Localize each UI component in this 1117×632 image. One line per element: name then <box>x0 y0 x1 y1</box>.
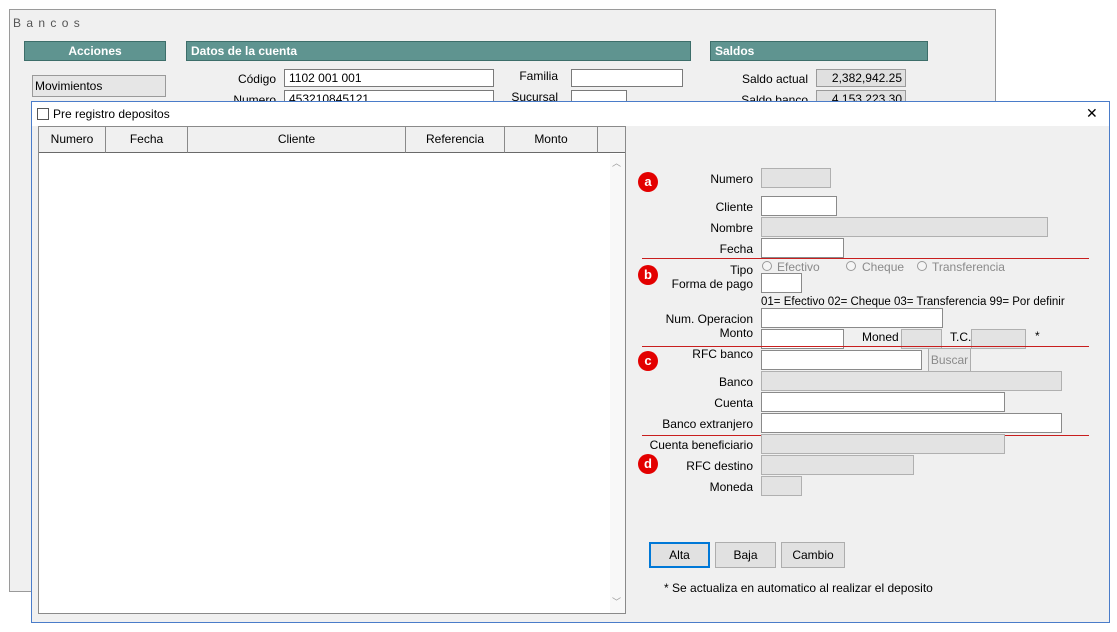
baja-button[interactable]: Baja <box>715 542 776 568</box>
banco-label: Banco <box>718 375 753 389</box>
familia-label: Familia <box>519 69 558 83</box>
cuenta-input[interactable] <box>761 392 1005 412</box>
monto-label: Monto <box>719 326 753 340</box>
radio-efectivo[interactable] <box>762 261 772 271</box>
radio-cheque[interactable] <box>846 261 856 271</box>
moneda-label: Moneda <box>709 480 753 494</box>
datos-cuenta-header: Datos de la cuenta <box>186 41 691 61</box>
dialog-titlebar: Pre registro depositos ✕ <box>32 102 1109 126</box>
banco-extranjero-label: Banco extranjero <box>662 417 753 431</box>
fecha-input[interactable] <box>761 238 844 258</box>
tipo-label: Tipo <box>730 263 753 277</box>
radio-cheque-label: Cheque <box>862 260 905 274</box>
radio-transferencia-label: Transferencia <box>932 260 1005 274</box>
num-operacion-label: Num. Operacion <box>665 312 753 326</box>
col-header-numero[interactable]: Numero <box>39 127 106 153</box>
fecha-label: Fecha <box>719 242 753 256</box>
scroll-up-icon[interactable]: ︿ <box>612 156 621 169</box>
col-header-spacer <box>598 127 625 153</box>
forma-pago-input[interactable] <box>761 273 802 293</box>
codigo-label: Código <box>237 72 276 86</box>
depositos-table: Numero Fecha Cliente Referencia Monto ︿ … <box>38 126 626 614</box>
close-icon[interactable]: ✕ <box>1086 106 1098 120</box>
acciones-header: Acciones <box>24 41 166 61</box>
numero-label: Numero <box>710 172 753 186</box>
bancos-window-title: B a n c o s <box>13 16 81 30</box>
buscar-button[interactable]: Buscar <box>928 348 971 372</box>
footnote: * Se actualiza en automatico al realizar… <box>664 581 933 595</box>
col-header-referencia[interactable]: Referencia <box>406 127 505 153</box>
rfc-destino-label: RFC destino <box>686 459 753 473</box>
forma-pago-hint: 01= Efectivo 02= Cheque 03= Transferenci… <box>761 296 1065 308</box>
alta-button[interactable]: Alta <box>649 542 710 568</box>
tc-asterisk: * <box>1035 329 1040 343</box>
nombre-label: Nombre <box>710 221 753 235</box>
cliente-label: Cliente <box>715 200 753 214</box>
rfc-destino-field <box>761 455 914 475</box>
saldos-header: Saldos <box>710 41 928 61</box>
banco-field <box>761 371 1062 391</box>
saldo-actual-value: 2,382,942.25 <box>816 69 906 87</box>
moneda-destino-field <box>761 476 802 496</box>
col-header-monto[interactable]: Monto <box>505 127 598 153</box>
cliente-input[interactable] <box>761 196 837 216</box>
rfc-banco-input[interactable] <box>761 350 922 370</box>
dialog-title: Pre registro depositos <box>53 107 170 121</box>
cuenta-beneficiario-label: Cuenta beneficiario <box>649 438 753 452</box>
tc-label: T.C. <box>950 330 972 344</box>
banco-extranjero-input[interactable] <box>761 413 1062 433</box>
cuenta-label: Cuenta <box>714 396 753 410</box>
radio-efectivo-label: Efectivo <box>777 260 820 274</box>
numero-field <box>761 168 831 188</box>
moneda-short-label: Moned <box>862 330 899 344</box>
saldo-actual-label: Saldo actual <box>741 72 808 86</box>
col-header-fecha[interactable]: Fecha <box>106 127 188 153</box>
familia-input[interactable] <box>571 69 683 87</box>
rfc-banco-label: RFC banco <box>692 347 753 361</box>
window-icon <box>37 108 49 120</box>
num-operacion-input[interactable] <box>761 308 943 328</box>
scroll-down-icon[interactable]: ﹀ <box>612 595 621 608</box>
cuenta-beneficiario-field <box>761 434 1005 454</box>
section-divider-1 <box>642 258 1089 259</box>
forma-pago-label: Forma de pago <box>671 277 753 291</box>
cambio-button[interactable]: Cambio <box>781 542 845 568</box>
nombre-field <box>761 217 1048 237</box>
table-scrollbar[interactable]: ︿ ﹀ <box>610 154 625 613</box>
radio-transferencia[interactable] <box>917 261 927 271</box>
codigo-input[interactable]: 1102 001 001 <box>284 69 494 87</box>
movimientos-button[interactable]: Movimientos <box>32 75 166 97</box>
col-header-cliente[interactable]: Cliente <box>188 127 406 153</box>
pre-registro-dialog: Pre registro depositos ✕ Numero Fecha Cl… <box>31 101 1110 623</box>
